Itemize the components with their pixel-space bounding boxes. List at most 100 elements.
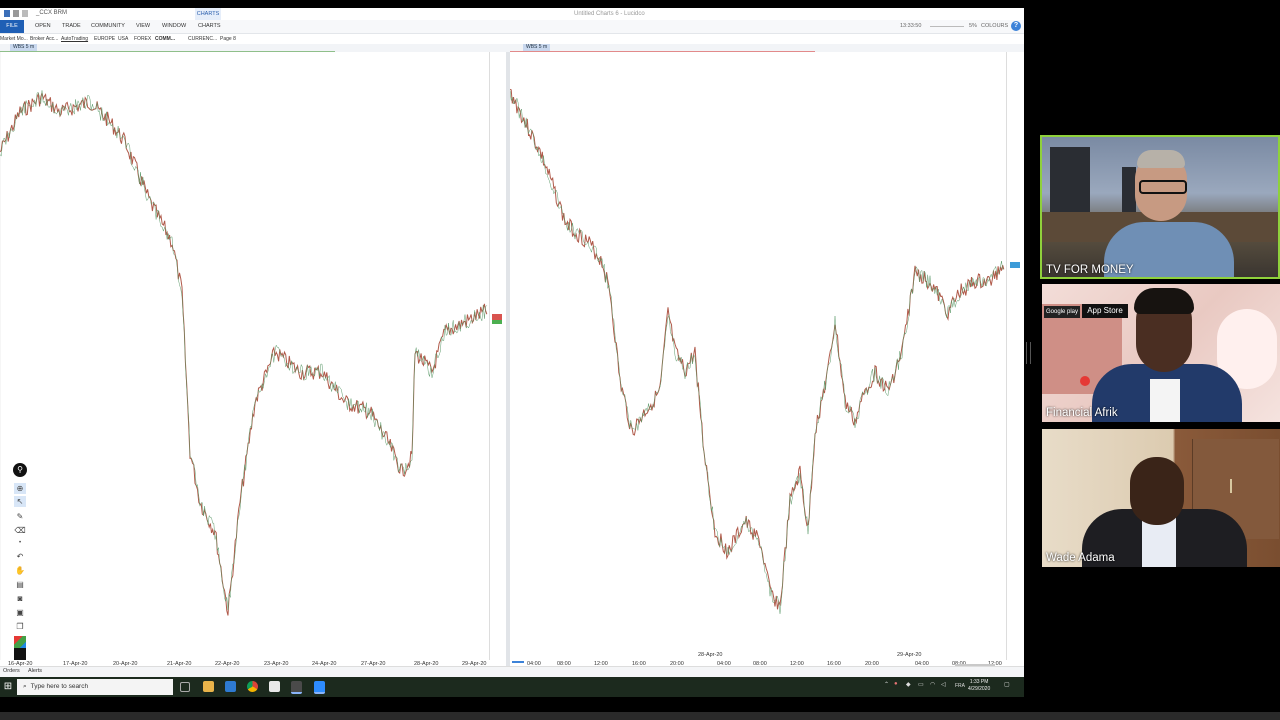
participant-name: TV FOR MONEY (1046, 264, 1134, 276)
zoom-slider[interactable] (930, 26, 964, 27)
save-icon[interactable] (13, 10, 19, 17)
status-progress (512, 661, 524, 663)
tab-broker-accounts[interactable]: Broker Acc... (30, 36, 58, 42)
hand-icon[interactable]: ✋ (14, 565, 26, 576)
glasses-icon (1139, 180, 1187, 194)
tab-forex[interactable]: FOREX (134, 36, 151, 42)
participant-tile-wade-adama[interactable]: Wade Adama (1040, 427, 1280, 567)
copy-icon[interactable]: ❐ (14, 621, 26, 632)
menu-view[interactable]: VIEW (136, 23, 150, 29)
price-series-right (510, 88, 1005, 610)
alerts-tab[interactable]: Alerts (28, 668, 42, 674)
search-placeholder: Type here to search (30, 683, 89, 690)
tab-commodities[interactable]: COMM... (155, 36, 175, 42)
zoom-app-icon[interactable] (314, 681, 325, 694)
pencil-icon[interactable]: ✎ (14, 511, 26, 522)
network-icon[interactable]: ◠ (930, 681, 935, 688)
chrome-icon[interactable] (247, 681, 258, 692)
menu-file[interactable]: FILE (0, 20, 24, 33)
crosshair-icon[interactable]: ⊕ (14, 483, 26, 494)
eraser-icon[interactable]: ⌫ (14, 525, 26, 536)
volume-icon[interactable]: ◁ (941, 681, 946, 688)
menu-bar: FILE OPEN TRADE COMMUNITY VIEW WINDOW CH… (0, 20, 1024, 34)
highlighter-icon[interactable]: ▤ (14, 579, 26, 590)
colours-button[interactable]: COLOURS (981, 23, 1008, 29)
cabinet-handle (1230, 479, 1232, 493)
bid-price-marker-left (492, 320, 502, 324)
person-collar (1150, 379, 1180, 422)
tab-usa[interactable]: USA (118, 36, 128, 42)
drawing-mode-icon[interactable]: ⚲ (13, 463, 27, 477)
menu-window[interactable]: WINDOW (162, 23, 186, 29)
tray-chevron-icon[interactable]: ⌃ (884, 681, 889, 688)
search-icon: ⌕ (23, 683, 27, 690)
tab-autotrading[interactable]: AutoTrading (61, 36, 88, 42)
participant-tile-tv-for-money[interactable]: TV FOR MONEY (1040, 135, 1280, 279)
workspace-tab[interactable]: _CCX BRM (36, 10, 67, 16)
clipboard-icon[interactable]: ▣ (14, 607, 26, 618)
menu-community[interactable]: COMMUNITY (91, 23, 125, 29)
tray-app-icon[interactable]: ● (894, 681, 898, 687)
app-store-badge: App Store (1082, 304, 1128, 318)
input-language[interactable]: FRA (955, 683, 965, 689)
participant-tile-financial-afrik[interactable]: Google play App Store Financial Afrik (1040, 282, 1280, 422)
orders-tab[interactable]: Orders (3, 668, 20, 674)
participant-name: Wade Adama (1046, 552, 1115, 564)
tab-page-8[interactable]: Page 8 (220, 36, 236, 42)
clock-time: 1:33 PM (969, 679, 989, 685)
chart-panel-left[interactable] (0, 52, 489, 660)
price-series-right-highlight (510, 90, 1004, 614)
battery-icon[interactable]: ▭ (918, 681, 924, 688)
menu-trade[interactable]: TRADE (62, 23, 81, 29)
tab-charts-context[interactable]: CHARTS (195, 8, 221, 20)
person-hair (1134, 288, 1194, 314)
camera-icon[interactable]: ◙ (14, 593, 26, 604)
taskbar-search[interactable]: ⌕ Type here to search (17, 679, 173, 695)
app-menu-icon[interactable] (4, 10, 10, 17)
window-title: Untitled Charts 6 - Lucidco (574, 11, 645, 17)
tab-europe[interactable]: EUROPE (94, 36, 115, 42)
current-color-swatch[interactable] (14, 648, 26, 660)
maps-icon[interactable] (291, 681, 302, 694)
app-window-icon[interactable] (269, 681, 280, 692)
windows-start-icon[interactable]: ⊞ (0, 677, 16, 697)
price-chart-right[interactable] (510, 52, 1006, 660)
undo-tool-icon[interactable]: ↶ (14, 551, 26, 562)
tab-currencies[interactable]: CURRENC... (188, 36, 217, 42)
x-date-label: 28-Apr-20 (698, 652, 723, 658)
zoom-level: 5% (969, 23, 977, 29)
notification-icon[interactable]: ▢ (1004, 681, 1010, 688)
price-axis-right[interactable] (1006, 52, 1024, 660)
gallery-scroll-handle[interactable] (1026, 342, 1031, 364)
task-view-icon[interactable] (180, 682, 190, 692)
menu-charts[interactable]: CHARTS (198, 23, 221, 29)
price-series-left-highlight (0, 90, 487, 611)
instrument-tab-left[interactable]: WBS 5 m (10, 44, 38, 51)
participant-name: Financial Afrik (1046, 407, 1118, 419)
taskbar-clock[interactable]: 1:33 PM 4/29/2020 (968, 679, 990, 693)
dot-icon[interactable]: • (14, 538, 26, 549)
instrument-tab-right[interactable]: WBS 5 m (523, 44, 551, 51)
tab-market-movers[interactable]: Market Mo... (0, 36, 28, 42)
chart-panel-right[interactable] (510, 52, 1006, 660)
person-hair (1137, 150, 1185, 168)
screen-bottom-strip (0, 712, 1280, 720)
last-price-marker-right (1010, 262, 1020, 268)
price-chart-left[interactable] (0, 52, 489, 660)
horizontal-scrollbar[interactable] (955, 664, 995, 666)
price-axis-left[interactable] (489, 52, 507, 660)
tray-dropbox-icon[interactable]: ◆ (906, 681, 911, 688)
video-feed-1 (1042, 137, 1278, 277)
file-explorer-icon[interactable] (203, 681, 214, 692)
menu-open[interactable]: OPEN (35, 23, 51, 29)
cursor-icon[interactable]: ↖ (14, 496, 26, 507)
drawing-toolbar: ⚲ ⊕ ↖ ✎ ⌫ • ↶ ✋ ▤ ◙ ▣ ❐ (11, 463, 29, 661)
price-series-left (0, 92, 488, 616)
watchlist-tabs: Market Mo... Broker Acc... AutoTrading E… (0, 33, 1024, 44)
google-play-badge: Google play (1044, 306, 1080, 318)
mail-icon[interactable] (225, 681, 236, 692)
undo-icon[interactable] (22, 10, 28, 17)
chart-header-strip: WBS 5 m WBS 5 m (0, 44, 1024, 52)
clock-readout: 13:33:50 (900, 23, 922, 29)
help-icon[interactable]: ? (1011, 21, 1021, 31)
